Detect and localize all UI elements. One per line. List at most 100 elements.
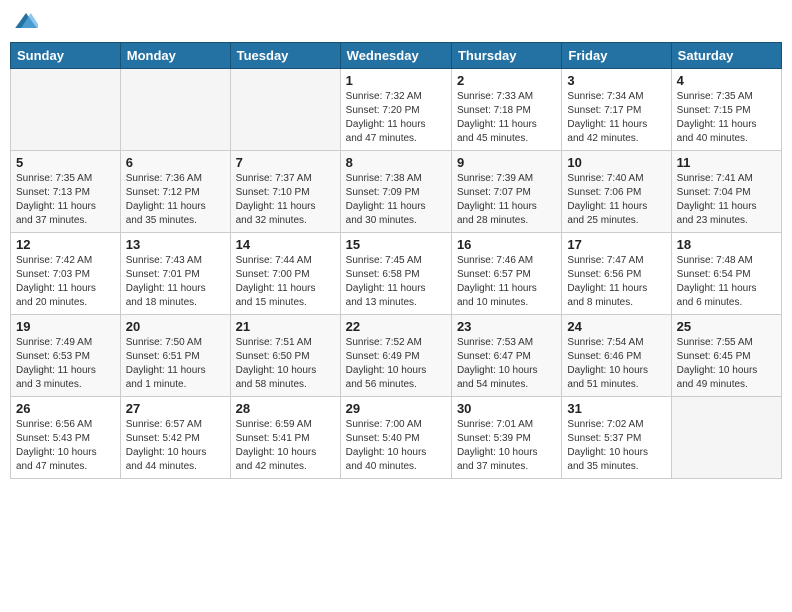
calendar-cell: 21 Sunrise: 7:51 AM Sunset: 6:50 PM Dayli… — [230, 315, 340, 397]
calendar-cell: 19Sunrise: 7:49 AM Sunset: 6:53 PM Dayli… — [11, 315, 121, 397]
day-number: 26 — [16, 401, 115, 416]
day-number: 14 — [236, 237, 335, 252]
calendar-cell: 2Sunrise: 7:33 AM Sunset: 7:18 PM Daylig… — [451, 69, 561, 151]
weekday-header: Friday — [562, 43, 671, 69]
calendar-cell — [671, 397, 781, 479]
weekday-header: Wednesday — [340, 43, 451, 69]
calendar-cell: 4 Sunrise: 7:35 AM Sunset: 7:15 PM Daylig… — [671, 69, 781, 151]
day-info: Sunrise: 7:35 AM Sunset: 7:13 PM Dayligh… — [16, 172, 115, 228]
calendar-body: 1 Sunrise: 7:32 AM Sunset: 7:20 PM Daylig… — [11, 69, 782, 479]
calendar-cell: 26 Sunrise: 6:56 AM Sunset: 5:43 PM Dayli… — [11, 397, 121, 479]
calendar-cell: 27 Sunrise: 6:57 AM Sunset: 5:42 PM Dayli… — [120, 397, 230, 479]
calendar-cell: 17 Sunrise: 7:47 AM Sunset: 6:56 PM Dayli… — [562, 233, 671, 315]
day-number: 31 — [567, 401, 665, 416]
day-info: Sunrise: 7:00 AM Sunset: 5:40 PM Dayligh… — [346, 418, 446, 474]
calendar-cell: 20Sunrise: 7:50 AM Sunset: 6:51 PM Dayli… — [120, 315, 230, 397]
day-info: Sunrise: 7:38 AM Sunset: 7:09 PM Dayligh… — [346, 172, 446, 228]
calendar-cell — [120, 69, 230, 151]
weekday-header: Saturday — [671, 43, 781, 69]
weekday-header: Thursday — [451, 43, 561, 69]
calendar-cell: 31 Sunrise: 7:02 AM Sunset: 5:37 PM Dayli… — [562, 397, 671, 479]
day-number: 4 — [677, 73, 776, 88]
day-info: Sunrise: 7:45 AM Sunset: 6:58 PM Dayligh… — [346, 254, 446, 310]
calendar-week-row: 12 Sunrise: 7:42 AM Sunset: 7:03 PM Dayli… — [11, 233, 782, 315]
day-number: 19 — [16, 319, 115, 334]
calendar-cell: 24 Sunrise: 7:54 AM Sunset: 6:46 PM Dayli… — [562, 315, 671, 397]
day-number: 11 — [677, 155, 776, 170]
calendar-cell: 23 Sunrise: 7:53 AM Sunset: 6:47 PM Dayli… — [451, 315, 561, 397]
day-number: 17 — [567, 237, 665, 252]
calendar-cell: 13Sunrise: 7:43 AM Sunset: 7:01 PM Dayli… — [120, 233, 230, 315]
day-info: Sunrise: 7:02 AM Sunset: 5:37 PM Dayligh… — [567, 418, 665, 474]
day-info: Sunrise: 7:53 AM Sunset: 6:47 PM Dayligh… — [457, 336, 556, 392]
day-number: 5 — [16, 155, 115, 170]
day-number: 25 — [677, 319, 776, 334]
calendar-cell: 12 Sunrise: 7:42 AM Sunset: 7:03 PM Dayli… — [11, 233, 121, 315]
day-info: Sunrise: 7:52 AM Sunset: 6:49 PM Dayligh… — [346, 336, 446, 392]
day-info: Sunrise: 7:46 AM Sunset: 6:57 PM Dayligh… — [457, 254, 556, 310]
day-number: 7 — [236, 155, 335, 170]
calendar-cell: 10 Sunrise: 7:40 AM Sunset: 7:06 PM Dayli… — [562, 151, 671, 233]
calendar-cell: 22 Sunrise: 7:52 AM Sunset: 6:49 PM Dayli… — [340, 315, 451, 397]
day-info: Sunrise: 7:01 AM Sunset: 5:39 PM Dayligh… — [457, 418, 556, 474]
day-info: Sunrise: 6:59 AM Sunset: 5:41 PM Dayligh… — [236, 418, 335, 474]
day-info: Sunrise: 7:36 AM Sunset: 7:12 PM Dayligh… — [126, 172, 225, 228]
day-info: Sunrise: 7:37 AM Sunset: 7:10 PM Dayligh… — [236, 172, 335, 228]
day-number: 27 — [126, 401, 225, 416]
day-info: Sunrise: 7:48 AM Sunset: 6:54 PM Dayligh… — [677, 254, 776, 310]
calendar-cell: 16 Sunrise: 7:46 AM Sunset: 6:57 PM Dayli… — [451, 233, 561, 315]
calendar-cell: 9 Sunrise: 7:39 AM Sunset: 7:07 PM Daylig… — [451, 151, 561, 233]
calendar-cell: 29 Sunrise: 7:00 AM Sunset: 5:40 PM Dayli… — [340, 397, 451, 479]
day-info: Sunrise: 7:33 AM Sunset: 7:18 PM Dayligh… — [457, 90, 556, 146]
day-info: Sunrise: 7:39 AM Sunset: 7:07 PM Dayligh… — [457, 172, 556, 228]
day-info: Sunrise: 7:40 AM Sunset: 7:06 PM Dayligh… — [567, 172, 665, 228]
calendar-week-row: 19Sunrise: 7:49 AM Sunset: 6:53 PM Dayli… — [11, 315, 782, 397]
calendar-cell: 8Sunrise: 7:38 AM Sunset: 7:09 PM Daylig… — [340, 151, 451, 233]
day-number: 18 — [677, 237, 776, 252]
day-info: Sunrise: 7:54 AM Sunset: 6:46 PM Dayligh… — [567, 336, 665, 392]
calendar: SundayMondayTuesdayWednesdayThursdayFrid… — [10, 42, 782, 479]
day-number: 15 — [346, 237, 446, 252]
calendar-cell: 1 Sunrise: 7:32 AM Sunset: 7:20 PM Daylig… — [340, 69, 451, 151]
day-number: 29 — [346, 401, 446, 416]
day-info: Sunrise: 6:56 AM Sunset: 5:43 PM Dayligh… — [16, 418, 115, 474]
calendar-cell — [230, 69, 340, 151]
day-info: Sunrise: 7:35 AM Sunset: 7:15 PM Dayligh… — [677, 90, 776, 146]
calendar-cell: 11Sunrise: 7:41 AM Sunset: 7:04 PM Dayli… — [671, 151, 781, 233]
day-number: 6 — [126, 155, 225, 170]
day-number: 9 — [457, 155, 556, 170]
day-number: 13 — [126, 237, 225, 252]
day-info: Sunrise: 6:57 AM Sunset: 5:42 PM Dayligh… — [126, 418, 225, 474]
day-number: 30 — [457, 401, 556, 416]
weekday-header: Tuesday — [230, 43, 340, 69]
weekday-header: Sunday — [11, 43, 121, 69]
day-info: Sunrise: 7:55 AM Sunset: 6:45 PM Dayligh… — [677, 336, 776, 392]
day-number: 23 — [457, 319, 556, 334]
day-number: 10 — [567, 155, 665, 170]
day-number: 28 — [236, 401, 335, 416]
calendar-week-row: 5 Sunrise: 7:35 AM Sunset: 7:13 PM Daylig… — [11, 151, 782, 233]
day-info: Sunrise: 7:47 AM Sunset: 6:56 PM Dayligh… — [567, 254, 665, 310]
calendar-cell: 28 Sunrise: 6:59 AM Sunset: 5:41 PM Dayli… — [230, 397, 340, 479]
day-number: 12 — [16, 237, 115, 252]
calendar-cell: 6 Sunrise: 7:36 AM Sunset: 7:12 PM Daylig… — [120, 151, 230, 233]
day-number: 3 — [567, 73, 665, 88]
day-info: Sunrise: 7:34 AM Sunset: 7:17 PM Dayligh… — [567, 90, 665, 146]
day-info: Sunrise: 7:42 AM Sunset: 7:03 PM Dayligh… — [16, 254, 115, 310]
day-number: 21 — [236, 319, 335, 334]
calendar-cell — [11, 69, 121, 151]
calendar-header-row: SundayMondayTuesdayWednesdayThursdayFrid… — [11, 43, 782, 69]
day-number: 24 — [567, 319, 665, 334]
logo-icon — [14, 10, 38, 34]
day-number: 1 — [346, 73, 446, 88]
day-info: Sunrise: 7:32 AM Sunset: 7:20 PM Dayligh… — [346, 90, 446, 146]
calendar-cell: 3 Sunrise: 7:34 AM Sunset: 7:17 PM Daylig… — [562, 69, 671, 151]
day-number: 20 — [126, 319, 225, 334]
calendar-cell: 30 Sunrise: 7:01 AM Sunset: 5:39 PM Dayli… — [451, 397, 561, 479]
day-number: 22 — [346, 319, 446, 334]
day-number: 16 — [457, 237, 556, 252]
logo — [14, 10, 42, 34]
day-info: Sunrise: 7:51 AM Sunset: 6:50 PM Dayligh… — [236, 336, 335, 392]
calendar-cell: 7 Sunrise: 7:37 AM Sunset: 7:10 PM Daylig… — [230, 151, 340, 233]
calendar-week-row: 1 Sunrise: 7:32 AM Sunset: 7:20 PM Daylig… — [11, 69, 782, 151]
